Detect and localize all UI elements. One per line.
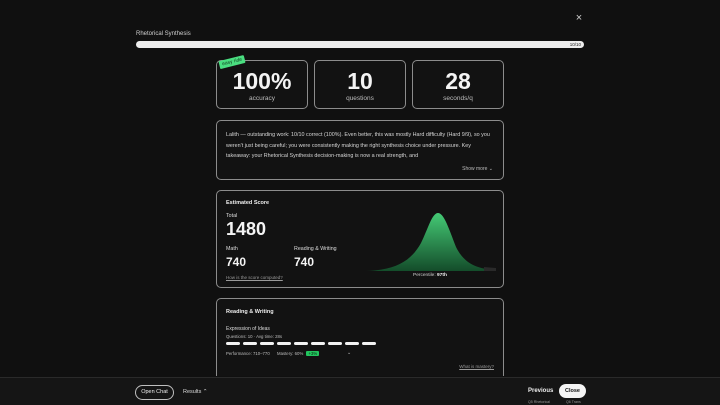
rw-card-title: Reading & Writing	[226, 309, 274, 315]
pace-label: seconds/q	[443, 95, 473, 102]
progress-count: 10/10	[569, 42, 581, 47]
progress-bar: 10/10	[136, 41, 584, 48]
summary-text: Lalith — outstanding work: 10/10 correct…	[226, 132, 490, 159]
previous-button[interactable]: Previous	[528, 388, 553, 394]
chevron-down-icon[interactable]: ⌄	[347, 350, 351, 356]
total-score: 1480	[226, 219, 267, 239]
estimated-score-card: Estimated Score Total 1480 Math 740 Read…	[216, 190, 504, 288]
math-score: 740	[226, 255, 247, 269]
percentile-value: 97th	[437, 273, 447, 278]
results-toggle[interactable]: Results ⌃	[183, 389, 207, 395]
pace-card: 28 seconds/q	[412, 60, 504, 109]
question-result-bars	[226, 342, 376, 345]
mastery-label: Mastery: 60%	[277, 351, 304, 356]
close-subtitle: Q6 Trans	[566, 400, 581, 404]
result-bar	[243, 342, 257, 345]
reading-writing-card: Reading & Writing Expression of Ideas Qu…	[216, 298, 504, 376]
how-computed-link[interactable]: How is the score computed?	[226, 275, 283, 280]
result-bar	[226, 342, 240, 345]
footer-bar: Open Chat Results ⌃ Previous Q5 Rhetoric…	[0, 377, 720, 405]
summary-card: Lalith — outstanding work: 10/10 correct…	[216, 120, 504, 180]
questions-value: 10	[347, 68, 373, 94]
percentile-label: Percentile:	[413, 273, 436, 278]
result-bar	[260, 342, 274, 345]
distribution-area	[366, 213, 496, 271]
questions-card: 10 questions	[314, 60, 406, 109]
result-bar	[328, 342, 342, 345]
quiz-title: Rhetorical Synthesis	[136, 31, 191, 37]
open-chat-button[interactable]: Open Chat	[135, 385, 174, 400]
close-icon[interactable]: ×	[573, 12, 585, 24]
accuracy-value: 100%	[232, 68, 292, 94]
mastery: Mastery: 60% +3%	[277, 351, 320, 356]
accuracy-card: 100% accuracy	[216, 60, 308, 109]
accuracy-label: accuracy	[248, 95, 275, 102]
previous-subtitle: Q5 Rhetorical	[528, 400, 550, 404]
skill-name: Expression of Ideas	[226, 326, 270, 332]
distribution-tail	[484, 267, 496, 271]
what-is-mastery-link[interactable]: What is mastery?	[459, 364, 494, 369]
questions-label: questions	[346, 95, 374, 102]
result-bar	[345, 342, 359, 345]
estimated-score-title: Estimated Score	[226, 200, 270, 206]
result-bar	[277, 342, 291, 345]
pace-value: 28	[445, 68, 471, 94]
score-distribution-curve	[366, 213, 496, 271]
rw-label: Reading & Writing	[294, 246, 337, 252]
result-bar	[362, 342, 376, 345]
close-button[interactable]: Close	[559, 384, 586, 398]
result-bar	[294, 342, 308, 345]
performance-range: Performance: 710–770	[226, 351, 270, 356]
skill-meta: Questions: 10 · Avg time: 28s	[226, 334, 283, 339]
math-label: Math	[226, 246, 238, 252]
result-bar	[311, 342, 325, 345]
show-more-button[interactable]: Show more ⌄	[462, 166, 493, 172]
rw-score: 740	[294, 255, 315, 269]
mastery-change-chip: +3%	[306, 351, 320, 356]
percentile-row: Percentile: 97th	[413, 273, 447, 278]
